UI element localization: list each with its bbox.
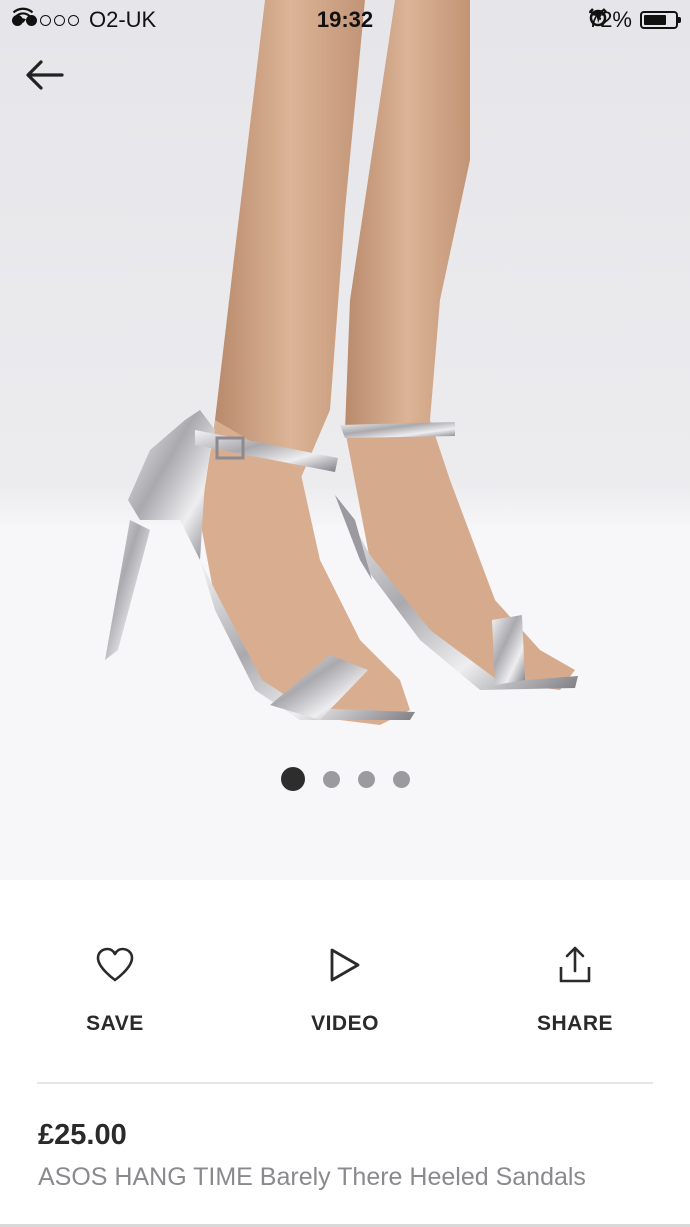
product-image-gallery[interactable]: O2-UK 19:32 72% — [0, 0, 690, 880]
page-indicator-dot[interactable] — [280, 767, 305, 791]
divider — [37, 1082, 653, 1084]
status-bar: O2-UK 19:32 72% — [0, 0, 690, 40]
page-indicator-dot[interactable] — [392, 770, 410, 788]
share-label: SHARE — [536, 1012, 613, 1035]
share-icon — [559, 946, 591, 983]
product-name: ASOS HANG TIME Barely There Heeled Sanda… — [38, 1163, 586, 1191]
product-photo — [0, 0, 690, 880]
back-button[interactable] — [24, 58, 66, 92]
page-indicator-dot[interactable] — [357, 770, 375, 788]
save-button[interactable]: SAVE — [35, 940, 195, 1036]
heart-icon — [96, 947, 134, 982]
play-icon — [330, 948, 360, 982]
battery-icon — [640, 11, 681, 29]
share-button[interactable]: SHARE — [495, 940, 655, 1036]
arrow-left-icon — [26, 60, 64, 90]
product-screen: O2-UK 19:32 72% SAVE VIDEO SHARE £25.00 … — [0, 0, 690, 1227]
video-button[interactable]: VIDEO — [265, 940, 425, 1036]
alarm-clock-icon — [589, 8, 607, 27]
save-label: SAVE — [86, 1012, 144, 1035]
video-label: VIDEO — [311, 1012, 379, 1035]
page-indicator-dot[interactable] — [322, 770, 340, 788]
gallery-pagination[interactable] — [0, 767, 690, 791]
action-bar: SAVE VIDEO SHARE — [0, 880, 690, 1080]
clock: 19:32 — [316, 7, 374, 32]
product-price: £25.00 — [38, 1119, 127, 1151]
